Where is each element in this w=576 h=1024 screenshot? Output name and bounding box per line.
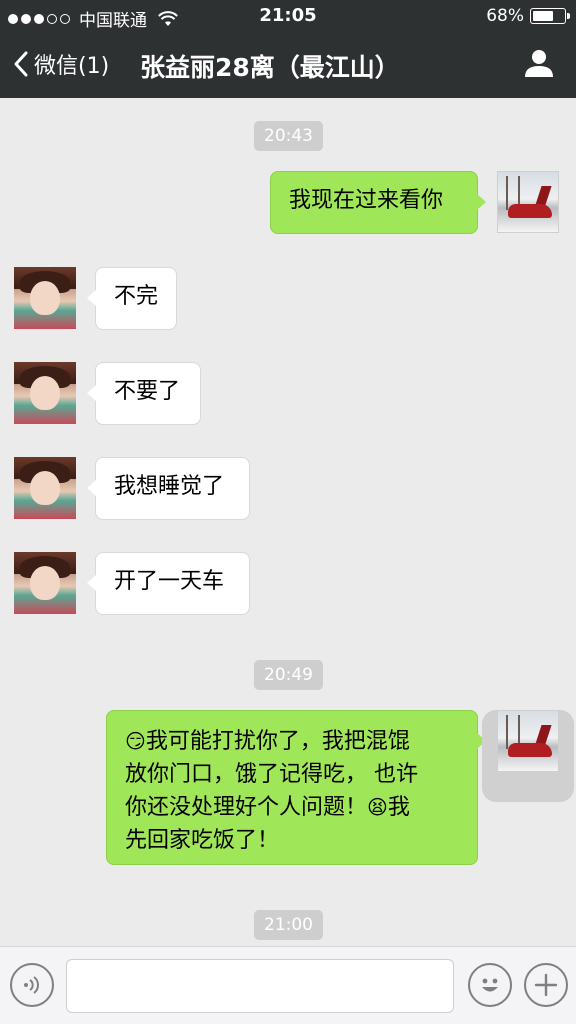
smiley-icon (482, 978, 498, 992)
tree-shape (506, 715, 508, 749)
message-input[interactable] (66, 959, 454, 1013)
message-line: 你还没处理好个人问题！😫我 (125, 791, 459, 824)
person-icon[interactable] (524, 48, 554, 78)
message-text: 先回家吃饭了！ (125, 828, 280, 853)
battery-indicator: 68% (486, 6, 570, 26)
timestamp: 21:00 (254, 910, 323, 940)
plus-icon (534, 973, 558, 997)
avatar[interactable] (14, 457, 76, 519)
message-bubble-incoming[interactable]: 我想睡觉了 (87, 457, 250, 520)
message-text: 我 (387, 795, 410, 820)
face-shape (30, 376, 60, 410)
battery-icon (530, 8, 570, 24)
message-bubble-incoming[interactable]: 不完 (87, 267, 177, 330)
voice-icon (24, 976, 39, 994)
message-text: 你还没处理好个人问题！ (125, 795, 368, 820)
message-line: 先回家吃饭了！ (125, 824, 459, 857)
nav-bar: 微信(1) 张益丽28离（最江山） (0, 32, 576, 98)
battery-percent: 68% (486, 6, 524, 26)
face-shape (30, 566, 60, 600)
message-bubble-outgoing[interactable]: 我现在过来看你 (270, 171, 486, 234)
timestamp: 20:49 (254, 660, 323, 690)
avatar[interactable] (14, 552, 76, 614)
message-text: 我可能打扰你了，我把混馄 (145, 729, 410, 754)
tired-emoji-icon: 😫 (367, 795, 388, 819)
message-bubble-outgoing[interactable]: 😏我可能打扰你了，我把混馄 放你门口，饿了记得吃， 也许 你还没处理好个人问题！… (106, 710, 486, 865)
chat-title: 张益丽28离（最江山） (140, 53, 400, 82)
emoji-button[interactable] (468, 963, 512, 1007)
smirk-emoji-icon: 😏 (125, 729, 146, 753)
message-bubble-incoming[interactable]: 不要了 (87, 362, 201, 425)
avatar[interactable] (497, 171, 559, 233)
face-shape (30, 281, 60, 315)
top-header: 中国联通 21:05 68% 微信(1) 张益丽28离（最江山） (0, 0, 576, 98)
back-button[interactable]: 微信(1) (14, 48, 109, 80)
car-shape (508, 743, 552, 757)
battery-fill (533, 11, 554, 21)
input-bar (0, 946, 576, 1024)
avatar[interactable] (14, 267, 76, 329)
car-shape (508, 204, 552, 218)
status-bar: 中国联通 21:05 68% (0, 0, 576, 32)
chevron-left-icon (14, 51, 28, 77)
message-bubble-incoming[interactable]: 开了一天车 (87, 552, 250, 615)
voice-button[interactable] (10, 963, 54, 1007)
message-line: 😏我可能打扰你了，我把混馄 (125, 725, 459, 758)
tree-shape (506, 176, 508, 210)
avatar[interactable] (14, 362, 76, 424)
timestamp: 20:43 (254, 121, 323, 151)
plus-button[interactable] (524, 963, 568, 1007)
back-label: 微信(1) (34, 54, 110, 79)
chat-area[interactable]: 20:43 我现在过来看你 不完 不要了 我想睡觉了 开了一天车 20:49 😏… (0, 98, 576, 946)
message-text: 放你门口，饿了记得吃， 也许 (125, 762, 418, 787)
avatar[interactable] (497, 710, 559, 772)
face-shape (30, 471, 60, 505)
message-line: 放你门口，饿了记得吃， 也许 (125, 758, 459, 791)
